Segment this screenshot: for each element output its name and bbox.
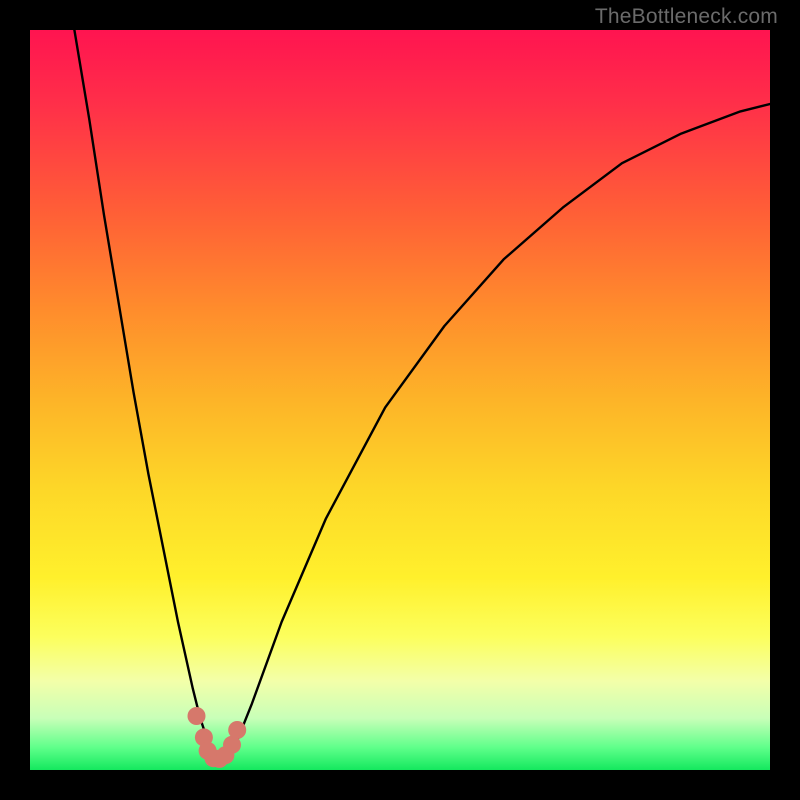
chart-frame: TheBottleneck.com	[0, 0, 800, 800]
watermark-text: TheBottleneck.com	[595, 5, 778, 29]
marker-point	[188, 707, 206, 725]
highlight-cluster	[188, 707, 247, 768]
plot-area	[30, 30, 770, 770]
bottleneck-curve	[74, 30, 770, 759]
curve-layer	[30, 30, 770, 770]
marker-point	[228, 721, 246, 739]
